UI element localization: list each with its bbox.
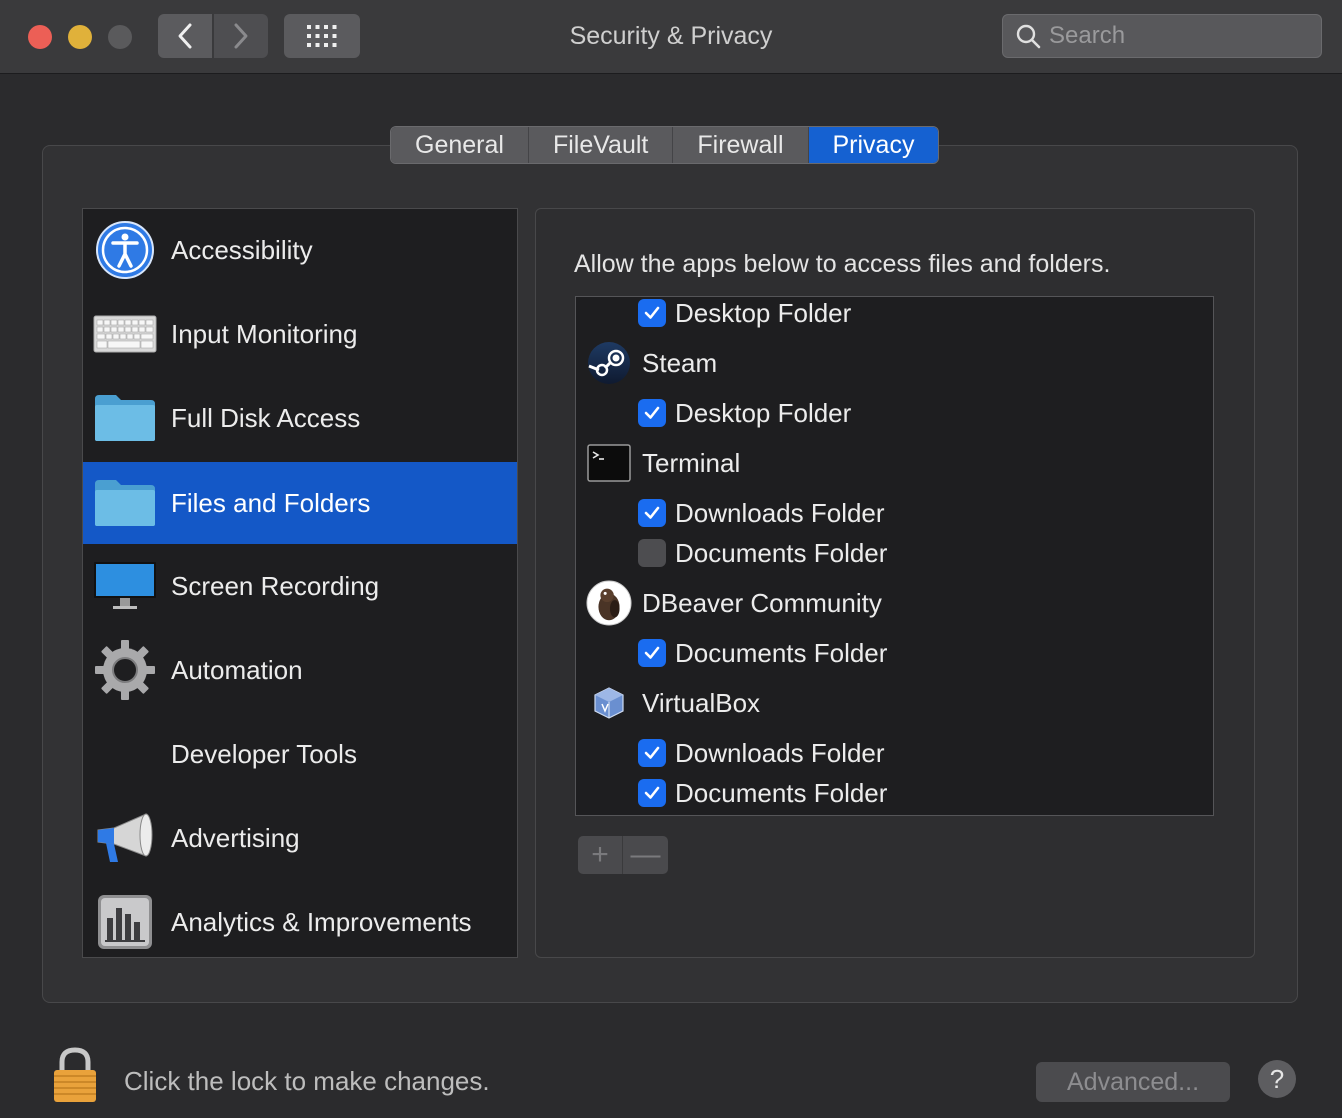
checkbox[interactable] <box>638 639 666 667</box>
sidebar-item-label: Advertising <box>171 822 300 853</box>
steam-icon <box>586 340 632 386</box>
add-button[interactable]: + <box>578 836 623 874</box>
list-item[interactable]: DBeaver Community <box>576 580 1213 626</box>
app-label: VirtualBox <box>642 687 761 718</box>
list-item: Desktop Folder <box>576 391 1213 435</box>
sidebar-item-label: Files and Folders <box>171 487 371 518</box>
app-label: Steam <box>642 347 718 378</box>
list-item[interactable]: Terminal <box>576 441 1213 485</box>
sidebar-item-label: Input Monitoring <box>171 318 358 349</box>
remove-button[interactable]: — <box>623 836 668 874</box>
search-field[interactable] <box>1002 14 1322 58</box>
panel-description: Allow the apps below to access files and… <box>574 250 1111 278</box>
list-item[interactable]: VirtualBox <box>576 681 1213 725</box>
title-bar: Security & Privacy <box>0 0 1342 74</box>
dbeaver-icon <box>586 580 632 626</box>
list-item: Documents Folder <box>576 631 1213 675</box>
sidebar-item-input-monitoring[interactable]: Input Monitoring <box>83 293 517 375</box>
tab-filevault[interactable]: FileVault <box>528 127 674 163</box>
checkmark-icon <box>644 786 660 799</box>
privacy-category-list: Accessibility Input Monitoring Full Disk… <box>82 208 518 958</box>
checkmark-icon <box>644 646 660 659</box>
folder-label: Downloads Folder <box>675 497 885 528</box>
folder-icon <box>93 471 157 535</box>
search-icon <box>1016 24 1041 49</box>
checkbox[interactable] <box>638 399 666 427</box>
display-icon <box>93 554 157 618</box>
checkmark-icon <box>644 406 660 419</box>
checkbox[interactable] <box>638 539 666 567</box>
advanced-button[interactable]: Advanced... <box>1036 1062 1230 1102</box>
list-item: Desktop Folder <box>576 297 1213 335</box>
app-access-list[interactable]: Desktop Folder Steam Desktop Folder Term… <box>575 296 1214 816</box>
folder-label: Downloads Folder <box>675 737 885 768</box>
terminal-icon <box>586 440 632 486</box>
folder-label: Documents Folder <box>675 537 888 568</box>
tab-bar: General FileVault Firewall Privacy <box>390 126 940 164</box>
lock-icon[interactable] <box>50 1046 100 1104</box>
tab-general[interactable]: General <box>391 127 529 163</box>
sidebar-item-label: Accessibility <box>171 234 313 265</box>
sidebar-item-analytics-improvements[interactable]: Analytics & Improvements <box>83 881 517 963</box>
checkmark-icon <box>644 306 660 319</box>
lock-message: Click the lock to make changes. <box>124 1066 490 1096</box>
sidebar-item-advertising[interactable]: Advertising <box>83 797 517 879</box>
gear-icon <box>93 638 157 702</box>
checkbox[interactable] <box>638 499 666 527</box>
sidebar-item-label: Developer Tools <box>171 738 357 769</box>
sidebar-item-developer-tools[interactable]: Developer Tools <box>83 713 517 795</box>
checkbox[interactable] <box>638 739 666 767</box>
checkbox[interactable] <box>638 299 666 327</box>
tab-firewall[interactable]: Firewall <box>673 127 809 163</box>
sidebar-item-label: Full Disk Access <box>171 402 361 433</box>
sidebar-item-label: Screen Recording <box>171 570 380 601</box>
keyboard-icon <box>93 302 157 366</box>
folder-icon <box>93 386 157 450</box>
sidebar-item-accessibility[interactable]: Accessibility <box>83 209 517 291</box>
folder-label: Documents Folder <box>675 777 888 808</box>
checkmark-icon <box>644 746 660 759</box>
tab-privacy[interactable]: Privacy <box>808 127 939 163</box>
list-item: Downloads Folder <box>576 491 1213 535</box>
list-item: Downloads Folder <box>576 731 1213 775</box>
virtualbox-icon <box>586 680 632 726</box>
app-label: Terminal <box>642 447 741 478</box>
accessibility-icon <box>93 218 157 282</box>
checkmark-icon <box>644 506 660 519</box>
sidebar-item-full-disk-access[interactable]: Full Disk Access <box>83 377 517 459</box>
folder-label: Desktop Folder <box>675 297 852 328</box>
folder-label: Documents Folder <box>675 637 888 668</box>
sidebar-item-files-and-folders[interactable]: Files and Folders <box>83 462 517 544</box>
add-remove-control: + — <box>578 836 668 874</box>
sidebar-item-screen-recording[interactable]: Screen Recording <box>83 545 517 627</box>
list-item: Documents Folder <box>576 771 1213 815</box>
sidebar-item-automation[interactable]: Automation <box>83 629 517 711</box>
help-button[interactable]: ? <box>1258 1060 1296 1098</box>
search-input[interactable] <box>1049 22 1309 50</box>
sidebar-item-label: Automation <box>171 654 303 685</box>
folder-label: Desktop Folder <box>675 397 852 428</box>
sidebar-item-label: Analytics & Improvements <box>171 906 472 937</box>
analytics-icon <box>93 890 157 954</box>
app-label: DBeaver Community <box>642 587 882 618</box>
list-item[interactable]: Steam <box>576 341 1213 385</box>
checkbox[interactable] <box>638 779 666 807</box>
list-item: Documents Folder <box>576 531 1213 575</box>
megaphone-icon <box>93 806 157 870</box>
